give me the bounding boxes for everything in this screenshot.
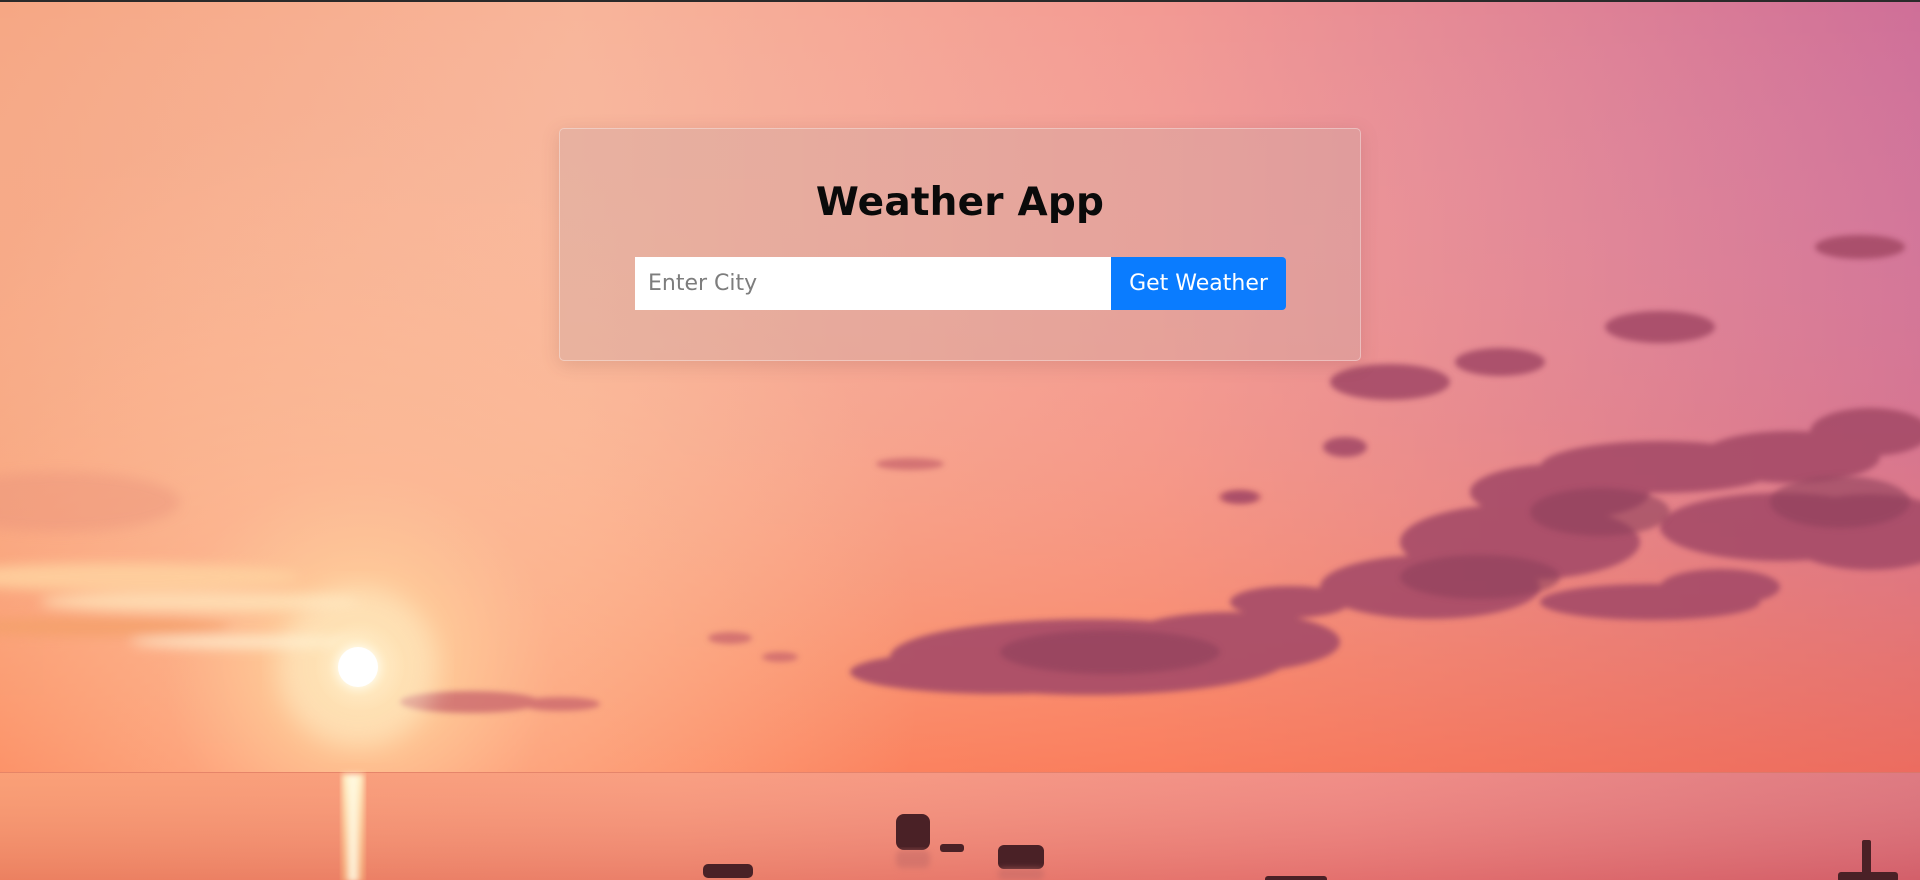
- search-form: Get Weather: [635, 257, 1286, 310]
- page: Weather App Get Weather: [0, 0, 1920, 880]
- weather-card: Weather App Get Weather: [559, 128, 1361, 361]
- get-weather-button[interactable]: Get Weather: [1111, 257, 1286, 310]
- city-input[interactable]: [635, 257, 1111, 310]
- app-title: Weather App: [815, 180, 1105, 225]
